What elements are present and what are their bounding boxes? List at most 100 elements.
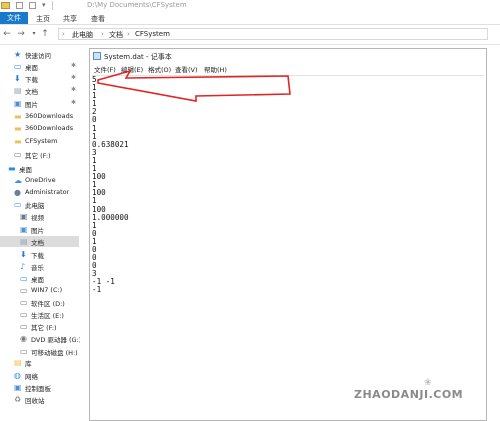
removable-drive-icon: ▭: [20, 347, 28, 356]
arrow-shape: [97, 70, 291, 102]
dropdown-icon[interactable]: ▾: [42, 2, 49, 9]
ribbon-tabs: 文件 主页 共享 查看: [0, 12, 500, 25]
title-divider: [52, 1, 53, 10]
sidebar-item[interactable]: ⬇ 下载: [0, 249, 79, 261]
text-line: 0: [92, 253, 97, 263]
tab-file[interactable]: 文件: [0, 12, 28, 24]
drive-icon: ▭: [20, 310, 28, 319]
document-icon: ▤: [14, 86, 22, 95]
notepad-icon: [93, 52, 101, 60]
desktop-icon: ▬: [8, 164, 16, 173]
control-panel-icon: ▣: [14, 383, 22, 392]
sidebar-item[interactable]: ▬ 360Downloads: [0, 111, 79, 122]
text-line: -1: [92, 285, 102, 295]
sidebar-item-label: 音乐: [31, 264, 44, 272]
sidebar-item[interactable]: ▤ 文档: [0, 236, 79, 247]
breadcrumb-separator: ›: [127, 30, 130, 38]
sidebar-item[interactable]: ▬ CFSystem: [0, 136, 79, 147]
notepad-text-area[interactable]: 5 1 1 1 2 0 1 1 0.638021 3 1 1 100 1 100 1 100 1.000000 1 0…: [92, 75, 484, 421]
sidebar-item[interactable]: ♻ 回收站: [0, 394, 79, 406]
text-line: 1: [92, 236, 97, 246]
sidebar-item[interactable]: ◍ 网络: [0, 370, 79, 382]
text-line: 1: [92, 196, 97, 206]
breadcrumb-documents[interactable]: 文档: [109, 30, 123, 40]
user-icon: ●: [14, 188, 21, 197]
drive-icon: ▭: [14, 150, 22, 159]
text-line: 1: [92, 164, 97, 174]
text-line: 3: [92, 147, 97, 157]
breadcrumb-this-pc[interactable]: 此电脑: [72, 30, 93, 40]
properties-icon[interactable]: [16, 2, 23, 9]
back-arrow-icon[interactable]: ←: [2, 28, 12, 40]
sidebar-item[interactable]: ▭ 其它 (F:): [0, 321, 79, 333]
sidebar-item[interactable]: ▭ 桌面 ✱: [0, 61, 79, 72]
picture-icon: ▣: [20, 225, 28, 234]
text-line: 1.000000: [92, 212, 129, 222]
sidebar-item[interactable]: ▭ 可移动磁盘 (H:): [0, 346, 79, 358]
address-bar[interactable]: › 此电脑 › 文档 › CFSystem: [58, 28, 488, 40]
breadcrumb-separator: ›: [101, 30, 104, 38]
sidebar-item-label: 视频: [31, 214, 44, 222]
sidebar-item[interactable]: ▭ 此电脑: [0, 199, 79, 211]
drive-icon: ▭: [20, 322, 28, 331]
desktop-icon: ▭: [20, 274, 28, 283]
sidebar-item[interactable]: ▤ 库: [0, 357, 79, 369]
sidebar-item[interactable]: ▭ 桌面: [0, 273, 79, 285]
paw-icon: ❀: [424, 378, 432, 388]
library-icon: ▤: [14, 358, 22, 367]
sidebar-item[interactable]: ☁ OneDrive: [0, 175, 79, 186]
sidebar-item-label: 软件区 (D:): [31, 300, 65, 308]
sidebar-item-label: 生活区 (E:): [31, 312, 64, 320]
pin-icon[interactable]: ✱: [71, 74, 76, 81]
up-arrow-icon[interactable]: ↑: [40, 28, 50, 40]
sidebar-item[interactable]: ▭ 其它 (F:): [0, 149, 79, 161]
sidebar-item-label: 回收站: [25, 397, 45, 405]
sidebar-item[interactable]: ⬇ 下载 ✱: [0, 73, 79, 84]
sidebar-item[interactable]: ▤ 文档 ✱: [0, 85, 79, 96]
star-icon: ★: [14, 50, 22, 59]
pin-icon[interactable]: ✱: [71, 99, 76, 106]
breadcrumb-cfsystem[interactable]: CFSystem: [135, 30, 170, 38]
sidebar-item[interactable]: ● Administrator: [0, 187, 79, 198]
sidebar-item-label: 其它 (F:): [31, 324, 57, 332]
sidebar-item[interactable]: ▣ 图片: [0, 224, 79, 236]
text-line: 1: [92, 123, 97, 133]
sidebar-item-label: 图片: [25, 101, 38, 109]
picture-icon: ▣: [14, 99, 22, 108]
sidebar-item-label: 360Downloads: [25, 112, 74, 120]
folder-icon: ▬: [14, 137, 22, 146]
text-line: 1: [92, 220, 97, 230]
tab-view[interactable]: 查看: [87, 13, 109, 25]
download-icon: ⬇: [14, 74, 21, 83]
new-folder-icon[interactable]: [29, 2, 36, 9]
sidebar-item[interactable]: ▬ 桌面: [0, 163, 79, 175]
navigation-pane: ★ 快速访问 ▭ 桌面 ✱ ⬇ 下载 ✱ ▤ 文档 ✱ ▣ 图片 ✱ ▬ 360Downloads ▬ 360Do…: [0, 45, 81, 421]
sidebar-item[interactable]: ★ 快速访问: [0, 49, 79, 61]
sidebar-item[interactable]: ◉ DVD 驱动器 (G:): [0, 333, 81, 345]
sidebar-item[interactable]: ♪ 音乐: [0, 261, 79, 273]
pin-icon[interactable]: ✱: [71, 86, 76, 93]
tab-home[interactable]: 主页: [32, 13, 54, 25]
sidebar-item-label: CFSystem: [25, 137, 58, 145]
sidebar-item[interactable]: ▣ 控制面板: [0, 382, 79, 394]
sidebar-item-label: 网络: [25, 373, 38, 381]
sidebar-item[interactable]: ▬ 360Downloads: [0, 123, 79, 134]
pin-icon[interactable]: ✱: [71, 62, 76, 69]
sidebar-item[interactable]: ▣ 视频: [0, 211, 79, 223]
sidebar-item[interactable]: ▭ 生活区 (E:): [0, 309, 79, 321]
sidebar-item[interactable]: ▣ 图片 ✱: [0, 98, 79, 109]
sidebar-item-label: 下载: [25, 76, 38, 84]
recycle-bin-icon: ♻: [14, 395, 22, 404]
sidebar-item[interactable]: ▭ 软件区 (D:): [0, 297, 79, 309]
download-icon: ⬇: [20, 250, 27, 259]
forward-arrow-icon[interactable]: →: [16, 28, 26, 40]
watermark-text: ZHAODANJI.COM: [354, 388, 464, 401]
tab-share[interactable]: 共享: [59, 13, 81, 25]
sidebar-item[interactable]: ▭ WIN7 (C:): [0, 285, 79, 296]
network-icon: ◍: [14, 371, 21, 380]
notepad-window: System.dat - 记事本 文件(F) 编辑(E) 格式(O) 查看(V)…: [89, 48, 487, 421]
sidebar-item-label: 文档: [31, 239, 44, 247]
recent-chevron-icon[interactable]: ▾: [29, 28, 39, 40]
text-line: 100: [92, 172, 106, 182]
location-chevron-icon: ›: [62, 30, 65, 38]
